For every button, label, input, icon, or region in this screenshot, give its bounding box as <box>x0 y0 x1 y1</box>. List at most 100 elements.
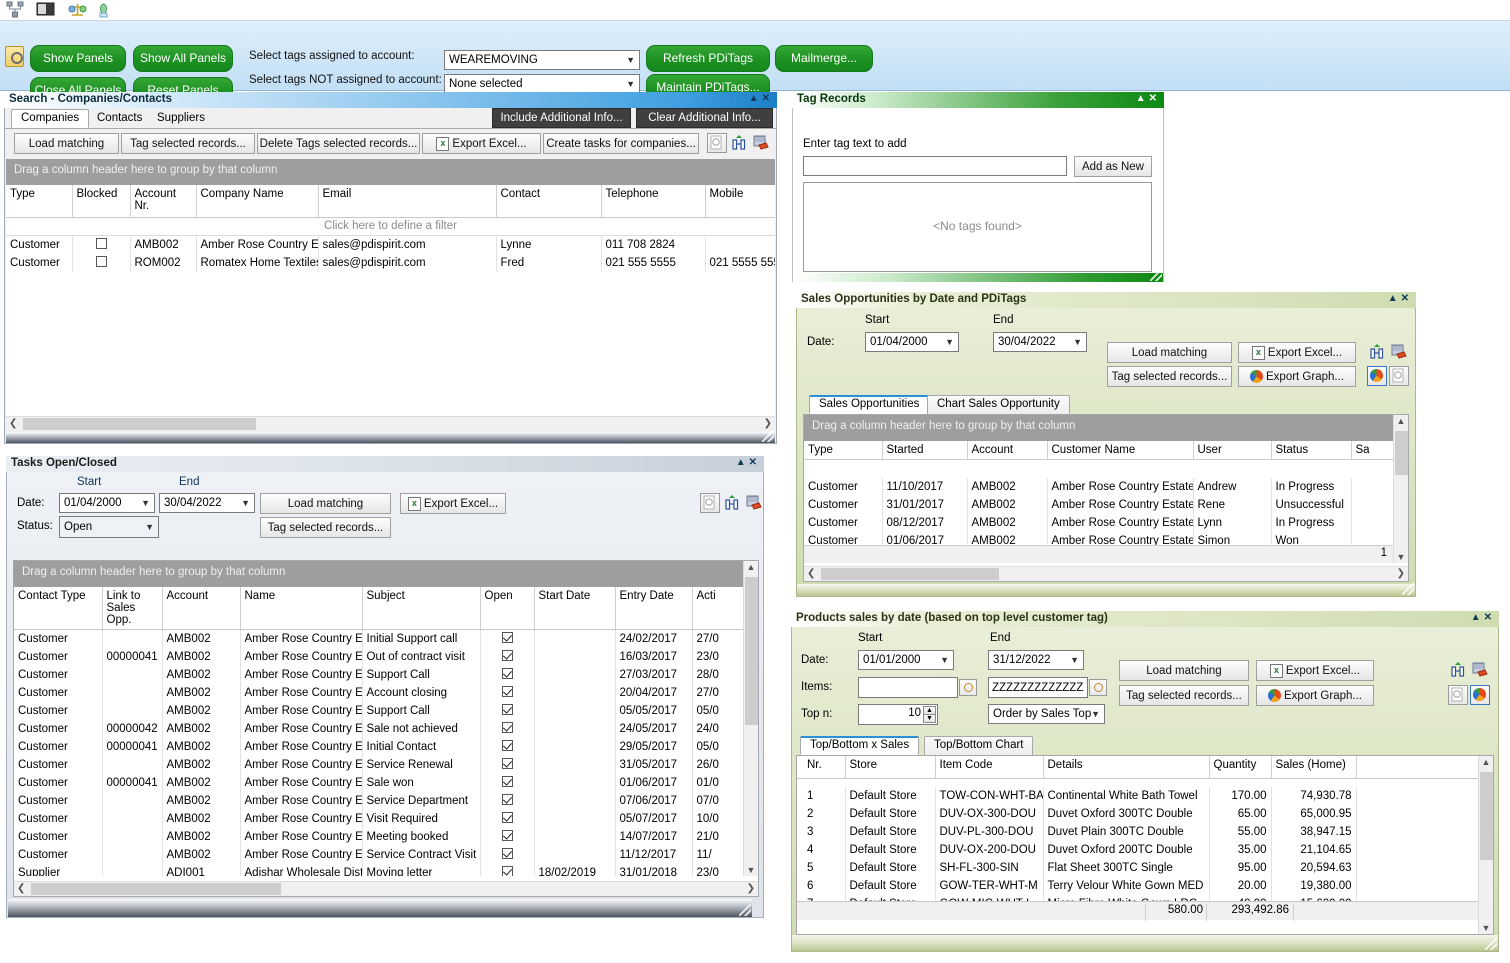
table-row[interactable]: CustomerAMB002Amber Rose Country EsServi… <box>14 792 743 810</box>
cell-open[interactable] <box>480 792 534 810</box>
products-tag-selected-button[interactable]: Tag selected records... <box>1119 685 1249 706</box>
pie-icon[interactable] <box>1470 685 1490 705</box>
products-load-matching-button[interactable]: Load matching <box>1119 660 1249 681</box>
col-account[interactable]: Account <box>162 587 240 630</box>
sales-opp-vscrollbar[interactable]: ▲ ▼ <box>1393 415 1408 563</box>
col-sales-home[interactable]: Sales (Home) <box>1271 756 1356 778</box>
tasks-end-date[interactable]: 30/04/2022 ▼ <box>159 493 255 513</box>
table-row[interactable]: 3Default StoreDUV-PL-300-DOUDuvet Plain … <box>797 823 1478 841</box>
col-user[interactable]: User <box>1193 441 1271 460</box>
preview-icon[interactable] <box>1448 685 1468 705</box>
tag-icon[interactable] <box>1470 660 1490 680</box>
table-row[interactable]: CustomerAMB002Amber Rose Country EsSuppo… <box>14 666 743 684</box>
resize-grip[interactable] <box>1485 938 1497 950</box>
sales-opp-export-graph-button[interactable]: Export Graph... <box>1238 366 1356 387</box>
col-contact[interactable]: Contact <box>496 185 601 217</box>
table-row[interactable]: 2Default StoreDUV-OX-300-DOUDuvet Oxford… <box>797 805 1478 823</box>
close-icon[interactable]: ✕ <box>1484 612 1495 623</box>
search-grid-hscrollbar[interactable]: ❮ ❯ <box>6 416 775 431</box>
col-quantity[interactable]: Quantity <box>1209 756 1271 778</box>
sales-opp-group-bar[interactable]: Drag a column header here to group by th… <box>804 415 1393 441</box>
sales-opp-start-date[interactable]: 01/04/2000 ▼ <box>865 332 959 352</box>
preview-icon[interactable] <box>700 493 720 513</box>
table-row[interactable]: Customer00000042AMB002Amber Rose Country… <box>14 720 743 738</box>
hscroll-thumb[interactable] <box>23 418 256 430</box>
col-customer-name[interactable]: Customer Name <box>1047 441 1193 460</box>
tasks-tag-selected-button[interactable]: Tag selected records... <box>260 517 391 538</box>
open-checkbox[interactable] <box>502 722 513 733</box>
table-row[interactable]: CustomerAMB002Amber Rose Country EsSuppo… <box>14 702 743 720</box>
cell-open[interactable] <box>480 666 534 684</box>
open-checkbox[interactable] <box>502 740 513 751</box>
col-link-to-sales-opp[interactable]: Link to Sales Opp. <box>102 587 162 630</box>
open-checkbox[interactable] <box>502 686 513 697</box>
open-checkbox[interactable] <box>502 830 513 841</box>
key-icon[interactable] <box>5 46 24 67</box>
clear-additional-info-button[interactable]: Clear Additional Info... <box>636 108 773 128</box>
scroll-right-icon[interactable]: ❯ <box>1397 568 1405 579</box>
products-export-graph-button[interactable]: Export Graph... <box>1256 685 1374 706</box>
open-checkbox[interactable] <box>502 632 513 643</box>
blocked-checkbox[interactable] <box>96 256 107 267</box>
filter-row[interactable]: Click here to define a filter <box>6 217 775 236</box>
tasks-status-combo[interactable]: Open ▼ <box>59 516 159 538</box>
col-store[interactable]: Store <box>845 756 935 778</box>
open-checkbox[interactable] <box>502 650 513 661</box>
tag-icon[interactable] <box>1389 342 1409 362</box>
sales-opp-tag-selected-button[interactable]: Tag selected records... <box>1107 366 1232 387</box>
tasks-hscrollbar[interactable]: ❮ ❯ <box>14 881 758 896</box>
collapse-icon[interactable]: ▲ <box>736 457 749 468</box>
collapse-icon[interactable]: ▲ <box>749 93 762 104</box>
table-row[interactable] <box>804 460 1393 478</box>
hscroll-thumb[interactable] <box>31 883 281 895</box>
cell-blocked[interactable] <box>72 254 130 272</box>
vscroll-thumb[interactable] <box>745 577 758 725</box>
table-row[interactable]: Customer AMB002 Amber Rose Country Es sa… <box>6 236 775 254</box>
col-account[interactable]: Account <box>967 441 1047 460</box>
col-started[interactable]: Started <box>882 441 967 460</box>
scroll-right-icon[interactable]: ❯ <box>747 883 755 894</box>
tab-companies[interactable]: Companies <box>11 109 89 128</box>
tag-text-input[interactable] <box>803 156 1067 176</box>
open-checkbox[interactable] <box>502 866 513 877</box>
search-delete-tags-button[interactable]: Delete Tags selected records... <box>257 133 420 154</box>
chart-icon[interactable] <box>1448 660 1468 680</box>
cell-open[interactable] <box>480 738 534 756</box>
products-topn-stepper[interactable]: 10 ▲ ▼ <box>858 704 938 725</box>
panel-window-buttons[interactable]: ▲✕ <box>1471 612 1495 623</box>
chart-icon[interactable] <box>722 493 742 513</box>
scroll-right-icon[interactable]: ❯ <box>764 418 772 429</box>
add-as-new-button[interactable]: Add as New <box>1074 156 1152 177</box>
panel-window-buttons[interactable]: ▲✕ <box>736 457 760 468</box>
sales-opp-end-date[interactable]: 30/04/2022 ▼ <box>993 332 1087 352</box>
table-row[interactable]: 6Default StoreGOW-TER-WHT-MTerry Velour … <box>797 877 1478 895</box>
table-row[interactable]: CustomerAMB002Amber Rose Country EsMeeti… <box>14 828 743 846</box>
cell-open[interactable] <box>480 864 534 877</box>
cell-open[interactable] <box>480 648 534 666</box>
col-subject[interactable]: Subject <box>362 587 480 630</box>
hscroll-thumb[interactable] <box>821 568 999 580</box>
preview-icon[interactable] <box>707 133 727 153</box>
products-start-date[interactable]: 01/01/2000 ▼ <box>858 650 954 670</box>
cell-open[interactable] <box>480 846 534 864</box>
open-checkbox[interactable] <box>502 758 513 769</box>
table-row[interactable]: Customer 31/01/2017 AMB002 Amber Rose Co… <box>804 496 1393 514</box>
cell-open[interactable] <box>480 630 534 648</box>
open-checkbox[interactable] <box>502 704 513 715</box>
mailmerge-button[interactable]: Mailmerge... <box>775 45 873 72</box>
col-name[interactable]: Name <box>240 587 362 630</box>
blocked-checkbox[interactable] <box>96 238 107 249</box>
tab-contacts[interactable]: Contacts <box>87 109 152 128</box>
col-item-code[interactable]: Item Code <box>935 756 1043 778</box>
col-open[interactable]: Open <box>480 587 534 630</box>
scroll-left-icon[interactable]: ❮ <box>17 883 25 894</box>
cell-open[interactable] <box>480 774 534 792</box>
col-entry-date[interactable]: Entry Date <box>615 587 692 630</box>
table-row[interactable]: SupplierADI001Adishar Wholesale DistMovi… <box>14 864 743 877</box>
vscroll-thumb[interactable] <box>1395 431 1408 475</box>
collapse-icon[interactable]: ▲ <box>1136 93 1149 104</box>
scales-icon[interactable] <box>68 1 87 19</box>
open-checkbox[interactable] <box>502 668 513 679</box>
products-items-input-1[interactable] <box>858 677 958 698</box>
tab-chart-sales-opportunity[interactable]: Chart Sales Opportunity <box>927 395 1070 414</box>
